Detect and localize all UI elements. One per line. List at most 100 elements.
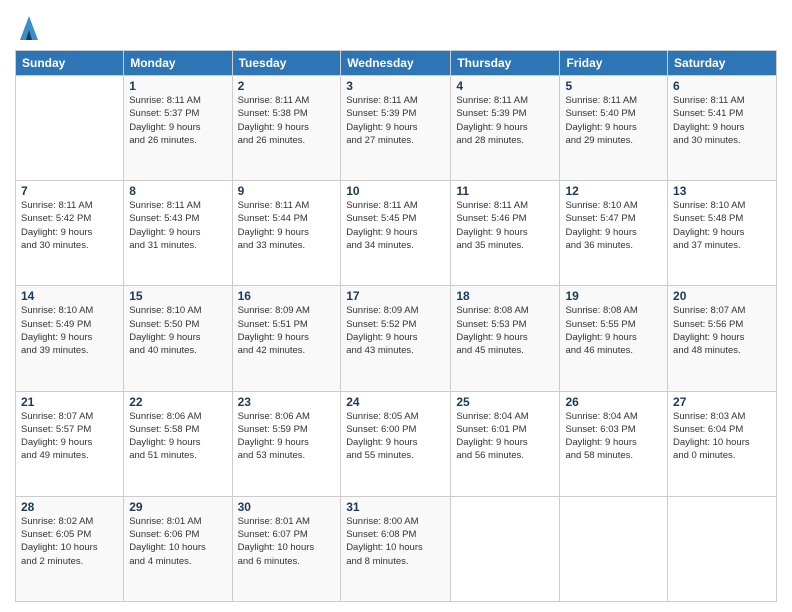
day-info: Sunrise: 8:10 AMSunset: 5:49 PMDaylight:… [21, 304, 118, 357]
day-info-line: Sunrise: 8:08 AM [565, 305, 637, 316]
day-info: Sunrise: 8:11 AMSunset: 5:39 PMDaylight:… [346, 94, 445, 147]
day-info-line: Sunrise: 8:01 AM [238, 516, 310, 527]
day-info-line: and 34 minutes. [346, 240, 414, 251]
calendar-header: SundayMondayTuesdayWednesdayThursdayFrid… [16, 51, 777, 76]
day-info-line: and 45 minutes. [456, 345, 524, 356]
day-info-line: and 43 minutes. [346, 345, 414, 356]
day-cell: 21Sunrise: 8:07 AMSunset: 5:57 PMDayligh… [16, 391, 124, 496]
day-cell: 7Sunrise: 8:11 AMSunset: 5:42 PMDaylight… [16, 181, 124, 286]
day-info-line: Sunset: 5:52 PM [346, 319, 416, 330]
day-info-line: Sunrise: 8:11 AM [238, 200, 310, 211]
day-info-line: and 27 minutes. [346, 135, 414, 146]
day-info-line: Sunrise: 8:11 AM [456, 95, 528, 106]
day-info-line: Daylight: 9 hours [565, 227, 636, 238]
day-info-line: and 8 minutes. [346, 556, 408, 567]
day-info-line: Sunset: 5:51 PM [238, 319, 308, 330]
day-info: Sunrise: 8:08 AMSunset: 5:55 PMDaylight:… [565, 304, 662, 357]
day-info-line: Sunset: 6:08 PM [346, 529, 416, 540]
day-info-line: Sunset: 5:39 PM [456, 108, 526, 119]
week-row-3: 14Sunrise: 8:10 AMSunset: 5:49 PMDayligh… [16, 286, 777, 391]
day-info-line: Sunrise: 8:01 AM [129, 516, 201, 527]
column-header-friday: Friday [560, 51, 668, 76]
page: SundayMondayTuesdayWednesdayThursdayFrid… [0, 0, 792, 612]
day-number: 1 [129, 79, 226, 93]
day-info-line: Sunset: 5:50 PM [129, 319, 199, 330]
day-info-line: Daylight: 9 hours [346, 122, 417, 133]
day-info-line: and 26 minutes. [238, 135, 306, 146]
header [15, 10, 777, 42]
day-info-line: and 55 minutes. [346, 450, 414, 461]
day-info-line: Sunset: 5:48 PM [673, 213, 743, 224]
day-info-line: Daylight: 9 hours [129, 332, 200, 343]
day-cell: 23Sunrise: 8:06 AMSunset: 5:59 PMDayligh… [232, 391, 341, 496]
day-info-line: Daylight: 9 hours [129, 122, 200, 133]
logo [15, 10, 40, 42]
day-cell: 31Sunrise: 8:00 AMSunset: 6:08 PMDayligh… [341, 496, 451, 601]
day-info: Sunrise: 8:02 AMSunset: 6:05 PMDaylight:… [21, 515, 118, 568]
day-number: 27 [673, 395, 771, 409]
day-cell: 16Sunrise: 8:09 AMSunset: 5:51 PMDayligh… [232, 286, 341, 391]
day-info-line: Sunset: 5:42 PM [21, 213, 91, 224]
day-info-line: Daylight: 9 hours [129, 437, 200, 448]
day-info-line: Sunset: 5:55 PM [565, 319, 635, 330]
day-info: Sunrise: 8:11 AMSunset: 5:44 PMDaylight:… [238, 199, 336, 252]
day-info-line: Sunset: 5:58 PM [129, 424, 199, 435]
calendar-table: SundayMondayTuesdayWednesdayThursdayFrid… [15, 50, 777, 602]
day-info-line: and 56 minutes. [456, 450, 524, 461]
day-info-line: Sunset: 5:46 PM [456, 213, 526, 224]
day-cell: 29Sunrise: 8:01 AMSunset: 6:06 PMDayligh… [124, 496, 232, 601]
day-info-line: Daylight: 9 hours [565, 437, 636, 448]
week-row-1: 1 Sunrise: 8:11 AM Sunset: 5:37 PM Daylight… [16, 76, 777, 181]
day-info-line: Daylight: 9 hours [21, 437, 92, 448]
day-number: 23 [238, 395, 336, 409]
column-header-saturday: Saturday [668, 51, 777, 76]
day-number: 14 [21, 289, 118, 303]
day-info-line: Sunset: 5:47 PM [565, 213, 635, 224]
day-info-line: Sunrise: 8:11 AM [129, 200, 201, 211]
day-info-line: and 26 minutes. [129, 135, 197, 146]
day-info-line: Daylight: 9 hours [456, 332, 527, 343]
day-number: 24 [346, 395, 445, 409]
day-info-line: Daylight: 9 hours [565, 122, 636, 133]
day-number: 30 [238, 500, 336, 514]
day-info-line: Daylight: 9 hours [346, 437, 417, 448]
logo-icon [18, 12, 40, 42]
day-number: 21 [21, 395, 118, 409]
day-info-line: and 4 minutes. [129, 556, 191, 567]
day-info-line: Daylight: 10 hours [673, 437, 750, 448]
day-number: 13 [673, 184, 771, 198]
day-number: 29 [129, 500, 226, 514]
day-info-line: and 46 minutes. [565, 345, 633, 356]
day-info-line: Sunrise: 8:11 AM [565, 95, 637, 106]
day-info-line: and 58 minutes. [565, 450, 633, 461]
day-info-line: Sunset: 5:59 PM [238, 424, 308, 435]
day-info-line: Sunrise: 8:10 AM [129, 305, 201, 316]
day-cell: 2Sunrise: 8:11 AMSunset: 5:38 PMDaylight… [232, 76, 341, 181]
day-info-line: and 31 minutes. [129, 240, 197, 251]
day-number: 16 [238, 289, 336, 303]
day-info: Sunrise: 8:10 AMSunset: 5:48 PMDaylight:… [673, 199, 771, 252]
day-info: Sunrise: 8:10 AMSunset: 5:47 PMDaylight:… [565, 199, 662, 252]
day-number: 18 [456, 289, 554, 303]
day-cell: 5Sunrise: 8:11 AMSunset: 5:40 PMDaylight… [560, 76, 668, 181]
column-header-sunday: Sunday [16, 51, 124, 76]
day-info: Sunrise: 8:11 AMSunset: 5:38 PMDaylight:… [238, 94, 336, 147]
day-info-line: Sunrise: 8:11 AM [21, 200, 93, 211]
day-info-line: and 6 minutes. [238, 556, 300, 567]
day-info: Sunrise: 8:04 AMSunset: 6:01 PMDaylight:… [456, 410, 554, 463]
day-cell: 22Sunrise: 8:06 AMSunset: 5:58 PMDayligh… [124, 391, 232, 496]
day-info-line: Sunset: 5:57 PM [21, 424, 91, 435]
day-number: 11 [456, 184, 554, 198]
day-info-line: Daylight: 9 hours [238, 227, 309, 238]
day-info-line: Sunset: 5:37 PM [129, 108, 199, 119]
day-info-line: Sunrise: 8:09 AM [346, 305, 418, 316]
day-info-line: Sunset: 6:05 PM [21, 529, 91, 540]
day-cell [451, 496, 560, 601]
day-cell [16, 76, 124, 181]
day-number: 31 [346, 500, 445, 514]
day-cell: 14Sunrise: 8:10 AMSunset: 5:49 PMDayligh… [16, 286, 124, 391]
day-cell: 18Sunrise: 8:08 AMSunset: 5:53 PMDayligh… [451, 286, 560, 391]
day-info-line: Daylight: 10 hours [346, 542, 423, 553]
day-info-line: and 49 minutes. [21, 450, 89, 461]
day-info-line: and 40 minutes. [129, 345, 197, 356]
